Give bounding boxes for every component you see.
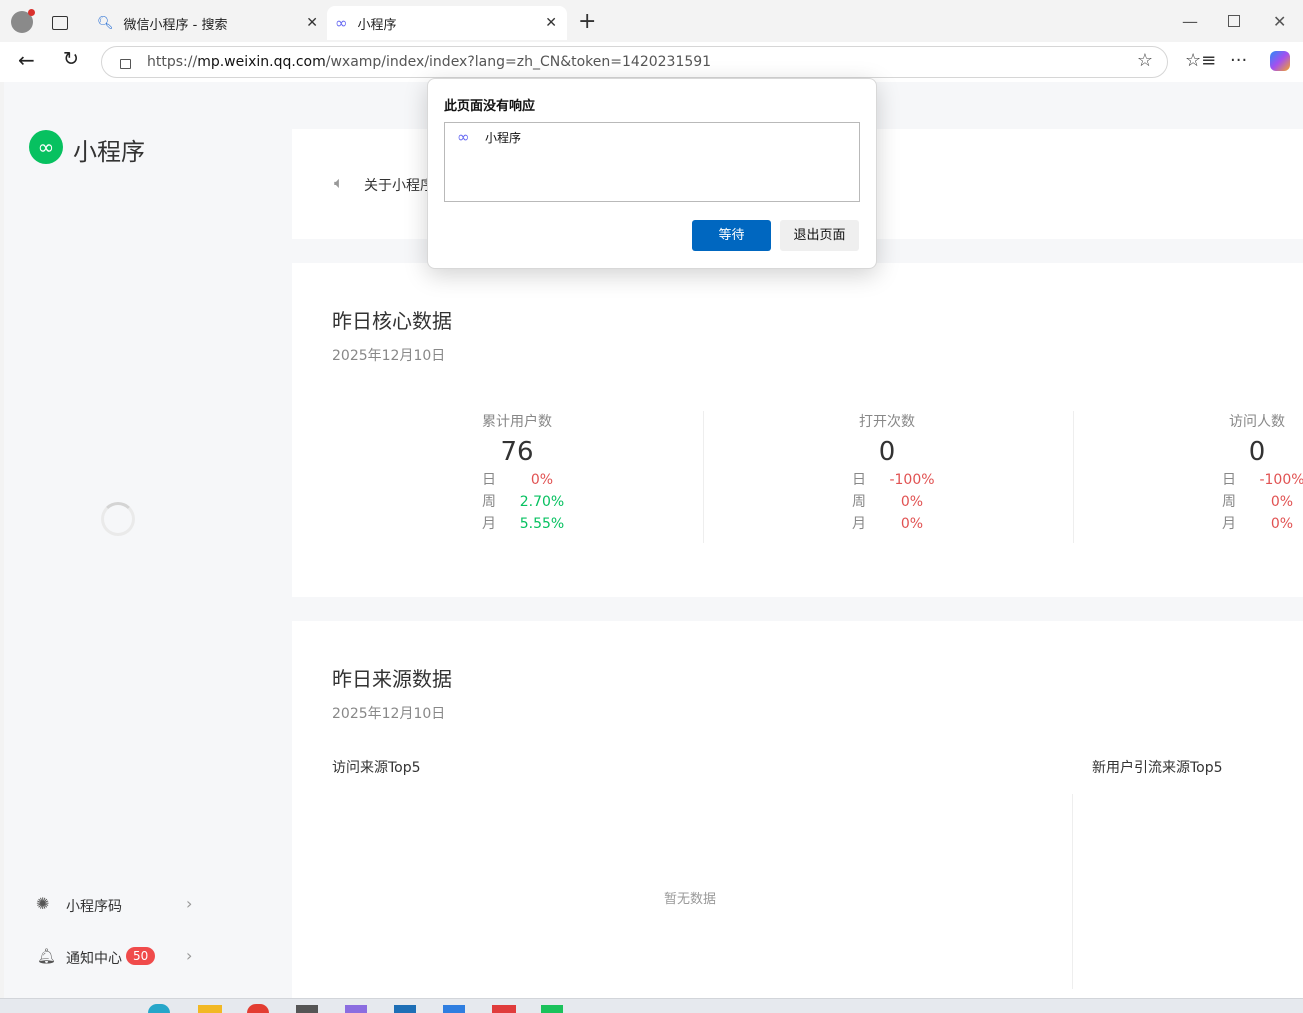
metric-value: 0 [878, 437, 896, 467]
url-path: /wxamp/index/index?lang=zh_CN&token=1420… [325, 54, 712, 70]
more-menu-icon[interactable]: ··· [1230, 50, 1247, 71]
miniprogram-icon: ∞ [457, 128, 470, 146]
close-tab-icon[interactable]: ✕ [545, 15, 557, 31]
section-title: 昨日核心数据 [332, 309, 452, 333]
qrcode-icon: ✺ [36, 894, 50, 913]
tab-weixin-search[interactable]: 🔍︎ 微信小程序 - 搜索 ✕ [88, 6, 328, 40]
source-data-card: 昨日来源数据 2025年12月10日 访问来源Top5 新用户引流来源Top5 … [292, 621, 1303, 998]
divider [1072, 794, 1073, 989]
visit-source-title: 访问来源Top5 [332, 760, 421, 776]
copilot-icon[interactable] [1270, 51, 1290, 71]
loading-spinner-icon [101, 502, 135, 536]
day-change: 0% [530, 472, 554, 488]
notification-badge: 50 [126, 947, 156, 965]
notification-dot-icon [28, 9, 35, 16]
not-responding-dialog: 此页面没有响应 ∞ 小程序 等待 退出页面 [427, 78, 877, 269]
maximize-icon[interactable] [1228, 15, 1240, 27]
miniprogram-icon: ∞ [335, 14, 348, 32]
new-tab-icon[interactable]: + [578, 9, 596, 34]
day-change: -100% [1259, 472, 1303, 488]
sidebar-item-qrcode[interactable]: ✺ 小程序码 › [34, 894, 204, 916]
bell-icon: 🔔︎ [37, 947, 57, 965]
taskbar [0, 998, 1303, 1013]
tab-miniprogram[interactable]: ∞ 小程序 ✕ [327, 6, 567, 40]
dialog-title: 此页面没有响应 [444, 99, 536, 114]
chevron-right-icon: › [186, 946, 193, 965]
tab-actions-icon[interactable] [52, 16, 68, 30]
favorite-star-icon[interactable]: ☆ [1137, 50, 1153, 71]
metric-opens: 打开次数 0 日 -100% 周 0% 月 0% [812, 411, 962, 535]
metric-value: 0 [1248, 437, 1266, 467]
miniprogram-logo-icon: ∞ [29, 130, 63, 164]
close-tab-icon[interactable]: ✕ [306, 15, 318, 31]
chevron-right-icon: › [186, 894, 193, 913]
section-date: 2025年12月10日 [332, 706, 446, 722]
tab-title: 小程序 [357, 17, 397, 33]
back-icon[interactable]: ← [18, 48, 35, 72]
week-label: 周 [852, 494, 866, 510]
url-prefix: https:// [147, 54, 198, 70]
metric-total-users: 累计用户数 76 日 0% 周 2.70% 月 5.55% [442, 411, 592, 535]
week-label: 周 [1222, 494, 1236, 510]
sidebar-item-label: 小程序码 [66, 899, 122, 915]
week-label: 周 [482, 494, 496, 510]
metric-label: 访问人数 [1229, 414, 1285, 430]
dialog-list-item: 小程序 [485, 131, 522, 145]
url-field[interactable]: https://mp.weixin.qq.com/wxamp/index/ind… [101, 46, 1168, 78]
day-label: 日 [1222, 472, 1236, 488]
metric-value: 76 [500, 437, 534, 467]
exit-page-button[interactable]: 退出页面 [780, 220, 859, 251]
day-change: -100% [889, 472, 935, 488]
lock-icon [120, 59, 131, 69]
empty-state: 暂无数据 [664, 892, 717, 907]
week-change: 2.70% [519, 494, 565, 510]
sidebar-item-notifications[interactable]: 🔔︎ 通知中心 50 › [34, 946, 204, 968]
week-change: 0% [900, 494, 924, 510]
day-label: 日 [852, 472, 866, 488]
metric-label: 打开次数 [859, 414, 915, 430]
refresh-icon[interactable]: ↻ [63, 48, 79, 70]
brand-title: 小程序 [73, 138, 145, 166]
speaker-icon: 🔈︎ [334, 173, 344, 192]
metric-label: 累计用户数 [482, 414, 552, 430]
day-label: 日 [482, 472, 496, 488]
url-host: mp.weixin.qq.com [197, 54, 326, 70]
divider [1073, 411, 1074, 543]
week-change: 0% [1270, 494, 1294, 510]
month-label: 月 [482, 516, 496, 532]
tab-bar: 🔍︎ 微信小程序 - 搜索 ✕ ∞ 小程序 ✕ + — ✕ [0, 0, 1303, 42]
section-date: 2025年12月10日 [332, 348, 446, 364]
notice-link[interactable]: 关于小程序 [364, 175, 434, 195]
month-label: 月 [852, 516, 866, 532]
minimize-icon[interactable]: — [1182, 12, 1198, 31]
sidebar: ∞ 小程序 ✺ 小程序码 › 🔔︎ 通知中心 50 › [4, 82, 290, 998]
metric-visitors: 访问人数 0 日 -100% 周 0% 月 0% [1182, 411, 1303, 535]
divider [703, 411, 704, 543]
favorites-icon[interactable]: ☆≡ [1185, 50, 1216, 71]
close-window-icon[interactable]: ✕ [1273, 12, 1286, 31]
section-title: 昨日来源数据 [332, 667, 452, 691]
core-data-card: 昨日核心数据 2025年12月10日 累计用户数 76 日 0% 周 2.70% 月… [292, 263, 1303, 597]
month-change: 0% [1270, 516, 1294, 532]
tab-title: 微信小程序 - 搜索 [123, 17, 228, 33]
search-icon: 🔍︎ [97, 15, 114, 31]
month-change: 5.55% [519, 516, 565, 532]
sidebar-item-label: 通知中心 [66, 951, 122, 967]
new-user-source-title: 新用户引流来源Top5 [1092, 760, 1223, 776]
month-label: 月 [1222, 516, 1236, 532]
wait-button[interactable]: 等待 [692, 220, 771, 251]
profile-avatar[interactable] [11, 9, 35, 33]
dialog-list: ∞ 小程序 [444, 122, 860, 202]
month-change: 0% [900, 516, 924, 532]
